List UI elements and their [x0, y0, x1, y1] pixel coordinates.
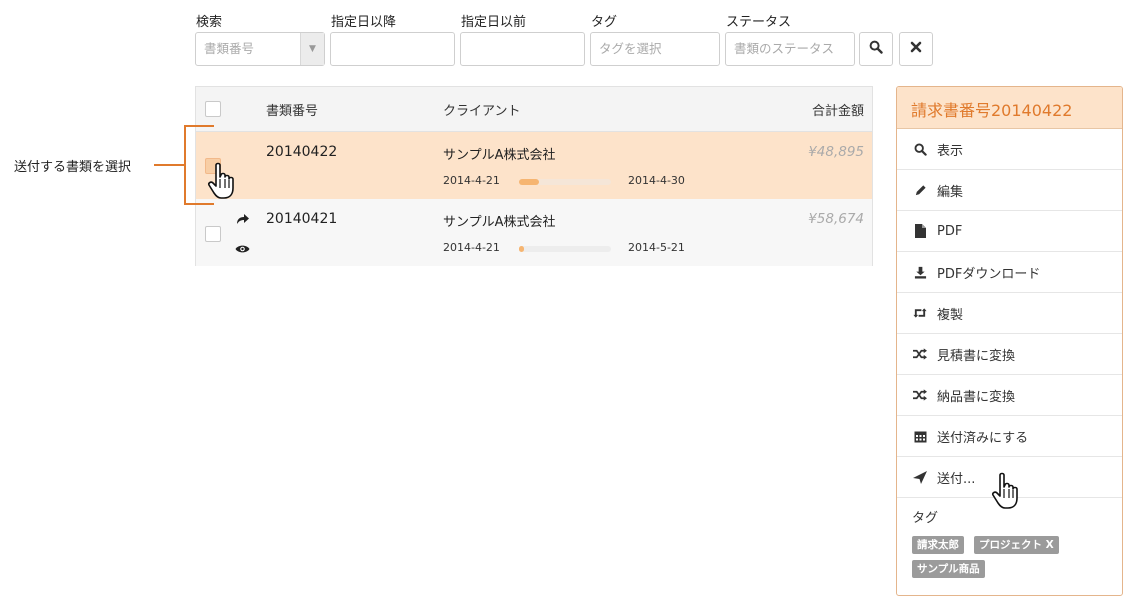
header-total: 合計金額 [811, 104, 864, 119]
table-row[interactable]: 20140422 サンプルA株式会社 ¥48,895 2014-4-21 201… [196, 132, 872, 199]
clear-button[interactable] [899, 32, 933, 66]
date-to-input[interactable] [460, 32, 585, 66]
search-button[interactable] [859, 32, 893, 66]
menu-item-label: 見積書に変換 [937, 348, 1016, 364]
tags-title: タグ [912, 511, 939, 526]
file-icon [913, 224, 927, 238]
end-date: 2014-5-21 [628, 241, 685, 254]
annotation-bracket [154, 125, 214, 205]
table-row[interactable]: 20140421 サンプルA株式会社 ¥58,674 2014-4-21 201… [196, 199, 872, 266]
status-label: ステータス [726, 15, 792, 30]
search-icon [913, 142, 927, 156]
menu-item-convert-delivery[interactable]: 納品書に変換 [897, 375, 1122, 416]
date-from-input[interactable] [330, 32, 455, 66]
document-actions-panel: 請求書番号20140422 表示 編集 PDF PDFダウンロード 複製 見積書… [896, 86, 1123, 596]
shuffle-icon [913, 347, 927, 361]
menu-item-label: 納品書に変換 [937, 389, 1016, 405]
menu-item-convert-quote[interactable]: 見積書に変換 [897, 334, 1122, 375]
progress-fill [519, 246, 524, 252]
menu-item-label: 編集 [937, 184, 964, 200]
progress-bar [519, 179, 611, 185]
date-to-label: 指定日以前 [461, 15, 527, 30]
share-icon [236, 213, 250, 229]
send-icon [913, 470, 927, 484]
tag-badge[interactable]: サンプル商品 [912, 560, 985, 578]
hand-cursor-icon [990, 472, 1024, 516]
row-checkbox[interactable] [205, 226, 221, 242]
start-date: 2014-4-21 [443, 174, 500, 187]
menu-item-mark-sent[interactable]: 送付済みにする [897, 416, 1122, 457]
search-placeholder: 書類番号 [204, 41, 255, 56]
search-label: 検索 [196, 15, 223, 30]
header-client: クライアント [443, 104, 521, 119]
tag-badge[interactable]: プロジェクト X [974, 536, 1059, 554]
menu-item-label: 送付... [937, 471, 976, 487]
retweet-icon [913, 306, 927, 320]
amount: ¥48,895 [808, 144, 864, 160]
menu-item-label: PDFダウンロード [937, 266, 1041, 282]
end-date: 2014-4-30 [628, 174, 685, 187]
panel-title: 請求書番号20140422 [897, 87, 1122, 129]
amount: ¥58,674 [808, 211, 864, 227]
client-name: サンプルA株式会社 [443, 215, 556, 230]
dropdown-arrow-icon[interactable]: ▼ [300, 33, 324, 65]
documents-table: 書類番号 クライアント 合計金額 20140422 サンプルA株式会社 ¥48,… [195, 86, 873, 266]
doc-number[interactable]: 20140422 [266, 144, 337, 160]
tag-placeholder: タグを選択 [599, 41, 662, 56]
search-icon [869, 40, 883, 58]
select-all-checkbox[interactable] [205, 101, 221, 117]
status-placeholder: 書類のステータス [734, 41, 835, 56]
menu-item-edit[interactable]: 編集 [897, 170, 1122, 211]
calendar-icon [913, 429, 927, 443]
menu-item-duplicate[interactable]: 複製 [897, 293, 1122, 334]
progress-fill [519, 179, 540, 185]
menu-item-view[interactable]: 表示 [897, 129, 1122, 170]
client-name: サンプルA株式会社 [443, 148, 556, 163]
tag-label: タグ [591, 15, 618, 30]
eye-icon [235, 243, 250, 258]
shuffle-icon [913, 388, 927, 402]
menu-item-label: 表示 [937, 143, 964, 159]
pencil-icon [913, 183, 927, 197]
tag-select[interactable]: タグを選択 [590, 32, 720, 66]
download-icon [913, 265, 927, 279]
close-icon [910, 41, 922, 57]
header-doc-no: 書類番号 [266, 104, 319, 119]
annotation-label: 送付する書類を選択 [14, 160, 132, 175]
date-from-label: 指定日以降 [331, 15, 397, 30]
search-select[interactable]: 書類番号 ▼ [195, 32, 325, 66]
menu-item-label: PDF [937, 223, 963, 239]
start-date: 2014-4-21 [443, 241, 500, 254]
tag-badge[interactable]: 請求太郎 [912, 536, 964, 554]
status-select[interactable]: 書類のステータス [725, 32, 855, 66]
doc-number[interactable]: 20140421 [266, 211, 337, 227]
menu-item-pdf[interactable]: PDF [897, 211, 1122, 252]
menu-item-pdf-download[interactable]: PDFダウンロード [897, 252, 1122, 293]
menu-item-label: 複製 [937, 307, 964, 323]
menu-item-label: 送付済みにする [937, 430, 1029, 446]
progress-bar [519, 246, 611, 252]
table-header: 書類番号 クライアント 合計金額 [196, 87, 872, 132]
